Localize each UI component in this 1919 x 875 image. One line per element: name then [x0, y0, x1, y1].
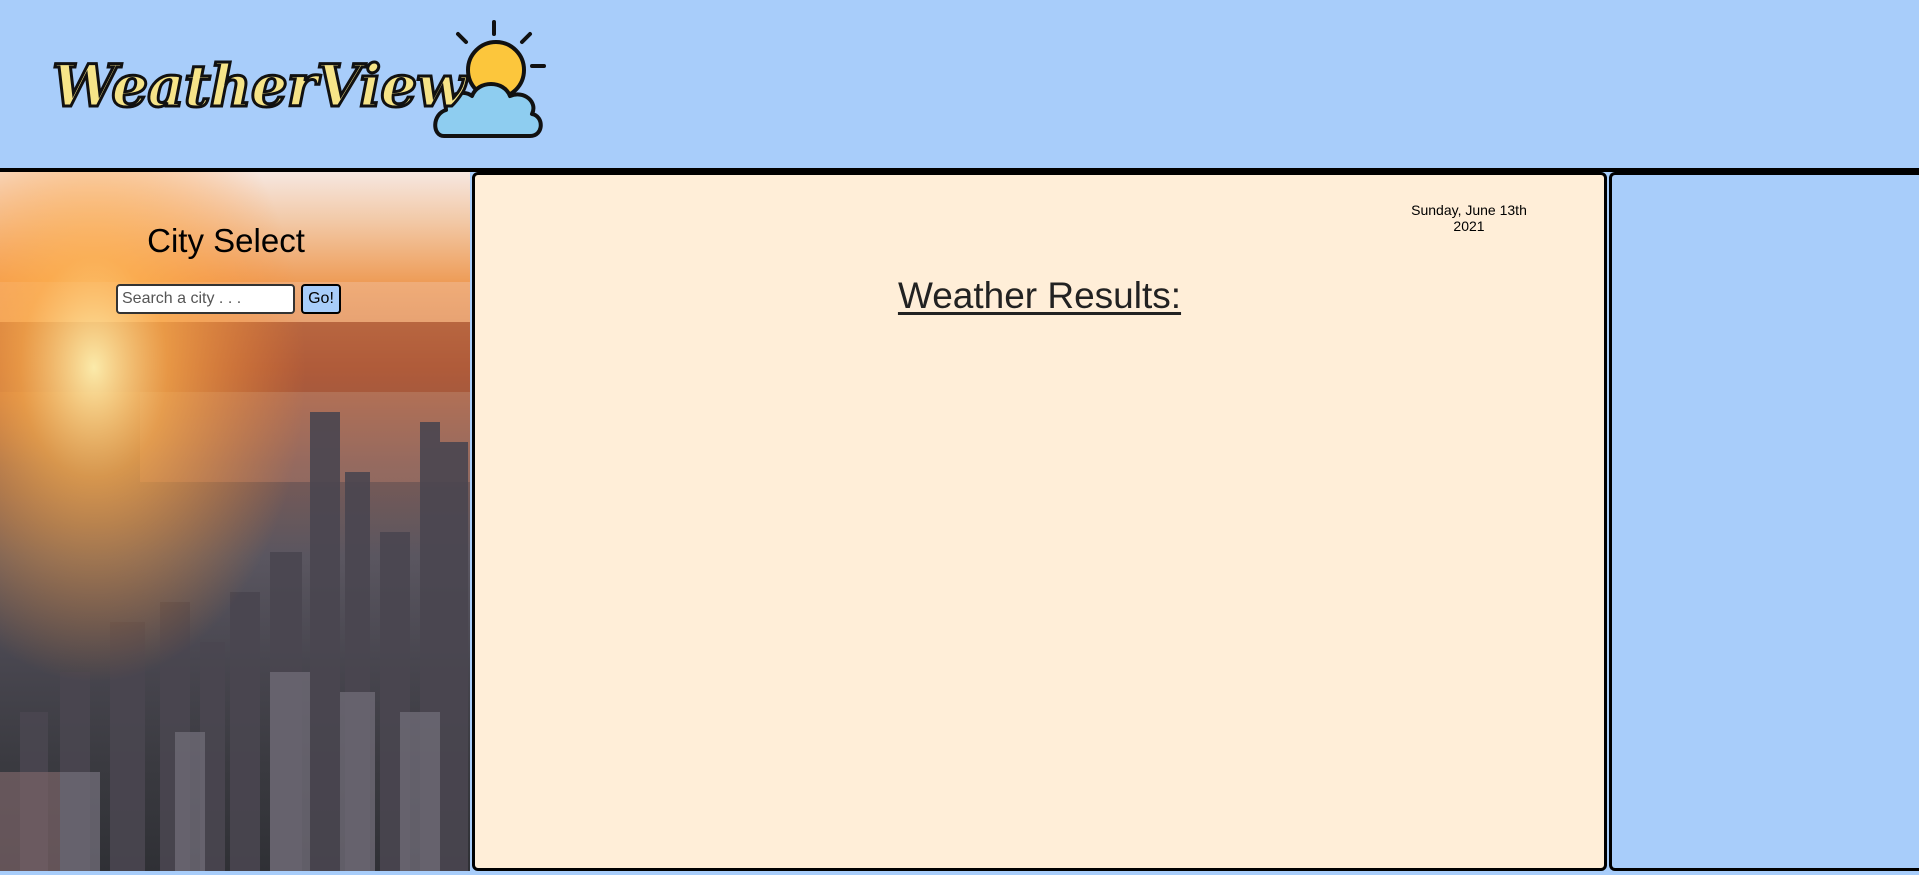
- city-search-input[interactable]: [116, 284, 295, 314]
- site-header: WeatherView: [0, 0, 1919, 168]
- logo-wordmark: WeatherView: [50, 51, 467, 122]
- search-form: Go!: [116, 284, 341, 314]
- city-select-title: City Select: [147, 222, 305, 259]
- weather-results-panel: Sunday, June 13th 2021 Weather Results:: [472, 172, 1607, 871]
- weather-results-title: Weather Results:: [897, 275, 1182, 316]
- weatherview-logo[interactable]: WeatherView: [50, 14, 572, 144]
- city-skyline-background: [0, 172, 470, 871]
- date-year: 2021: [1453, 218, 1485, 234]
- date-weekday-month-day: Sunday, June 13th: [1411, 202, 1527, 218]
- go-button[interactable]: Go!: [301, 284, 341, 314]
- page-bottom-edge: [0, 871, 1919, 875]
- current-date: Sunday, June 13th 2021: [1399, 202, 1539, 234]
- right-side-panel: [1609, 172, 1919, 871]
- city-select-panel: City Select Go!: [0, 172, 470, 871]
